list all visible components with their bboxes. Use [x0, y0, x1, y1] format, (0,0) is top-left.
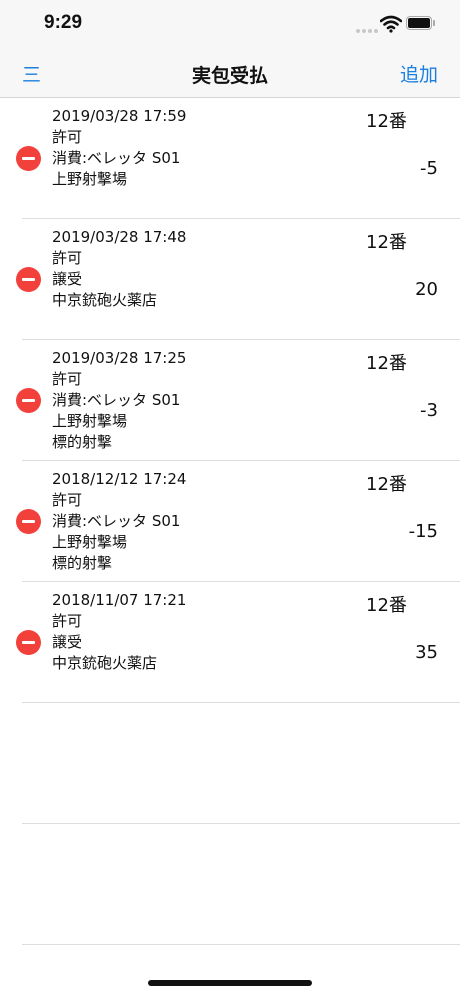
record-number: 12番 — [366, 353, 407, 374]
battery-icon — [406, 16, 436, 32]
record-number: 12番 — [366, 232, 407, 253]
record-details: 2018/11/07 17:21 許可 譲受 中京銃砲火薬店 — [52, 590, 186, 674]
delete-icon[interactable] — [16, 630, 41, 655]
status-bar: 9:29 — [0, 0, 460, 50]
record-number: 12番 — [366, 595, 407, 616]
record-datetime: 2019/03/28 17:25 — [52, 349, 187, 367]
record-line: 譲受 — [52, 633, 83, 651]
delete-icon[interactable] — [16, 267, 41, 292]
list-item[interactable]: 2018/12/12 17:24 許可 消費:ベレッタ S01 上野射撃場 標的… — [16, 461, 460, 582]
record-line: 消費:ベレッタ S01 — [52, 512, 181, 530]
record-line: 中京銃砲火薬店 — [52, 654, 158, 672]
record-line: 標的射撃 — [52, 554, 113, 572]
record-line: 上野射撃場 — [52, 412, 128, 430]
empty-row — [22, 824, 460, 945]
record-datetime: 2019/03/28 17:59 — [52, 107, 187, 125]
add-button[interactable]: 追加 — [400, 60, 438, 87]
navigation-bar: 三 実包受払 追加 — [0, 50, 460, 98]
records-list: 2019/03/28 17:59 許可 消費:ベレッタ S01 上野射撃場 12… — [0, 98, 460, 945]
record-datetime: 2019/03/28 17:48 — [52, 228, 187, 246]
record-line: 許可 — [52, 370, 83, 388]
record-line: 許可 — [52, 612, 83, 630]
record-line: 消費:ベレッタ S01 — [52, 391, 181, 409]
record-details: 2019/03/28 17:59 許可 消費:ベレッタ S01 上野射撃場 — [52, 106, 186, 190]
record-line: 上野射撃場 — [52, 170, 128, 188]
record-line: 消費:ベレッタ S01 — [52, 149, 181, 167]
record-number: 12番 — [366, 474, 407, 495]
list-item[interactable]: 2019/03/28 17:25 許可 消費:ベレッタ S01 上野射撃場 標的… — [16, 340, 460, 461]
list-item[interactable]: 2019/03/28 17:59 許可 消費:ベレッタ S01 上野射撃場 12… — [16, 98, 460, 219]
record-datetime: 2018/11/07 17:21 — [52, 591, 187, 609]
record-line: 許可 — [52, 128, 83, 146]
record-amount: -15 — [408, 521, 438, 542]
record-amount: -5 — [420, 158, 438, 179]
record-details: 2019/03/28 17:48 許可 譲受 中京銃砲火薬店 — [52, 227, 186, 311]
record-line: 許可 — [52, 491, 83, 509]
wifi-icon — [380, 15, 402, 33]
home-indicator[interactable] — [148, 980, 312, 986]
record-line: 許可 — [52, 249, 83, 267]
record-amount: -3 — [420, 400, 438, 421]
page-title: 実包受払 — [191, 65, 268, 87]
list-item[interactable]: 2018/11/07 17:21 許可 譲受 中京銃砲火薬店 12番 35 — [16, 582, 460, 703]
delete-icon[interactable] — [16, 509, 41, 534]
empty-row — [22, 703, 460, 824]
delete-icon[interactable] — [16, 388, 41, 413]
record-line: 標的射撃 — [52, 433, 113, 451]
delete-icon[interactable] — [16, 146, 41, 171]
record-amount: 20 — [415, 279, 438, 300]
record-number: 12番 — [366, 111, 407, 132]
record-line: 中京銃砲火薬店 — [52, 291, 158, 309]
cellular-signal-icon — [356, 25, 378, 33]
record-details: 2019/03/28 17:25 許可 消費:ベレッタ S01 上野射撃場 標的… — [52, 348, 186, 453]
record-amount: 35 — [415, 642, 438, 663]
record-details: 2018/12/12 17:24 許可 消費:ベレッタ S01 上野射撃場 標的… — [52, 469, 186, 574]
record-line: 上野射撃場 — [52, 533, 128, 551]
record-line: 譲受 — [52, 270, 83, 288]
status-time: 9:29 — [44, 12, 83, 33]
record-datetime: 2018/12/12 17:24 — [52, 470, 187, 488]
list-item[interactable]: 2019/03/28 17:48 許可 譲受 中京銃砲火薬店 12番 20 — [16, 219, 460, 340]
